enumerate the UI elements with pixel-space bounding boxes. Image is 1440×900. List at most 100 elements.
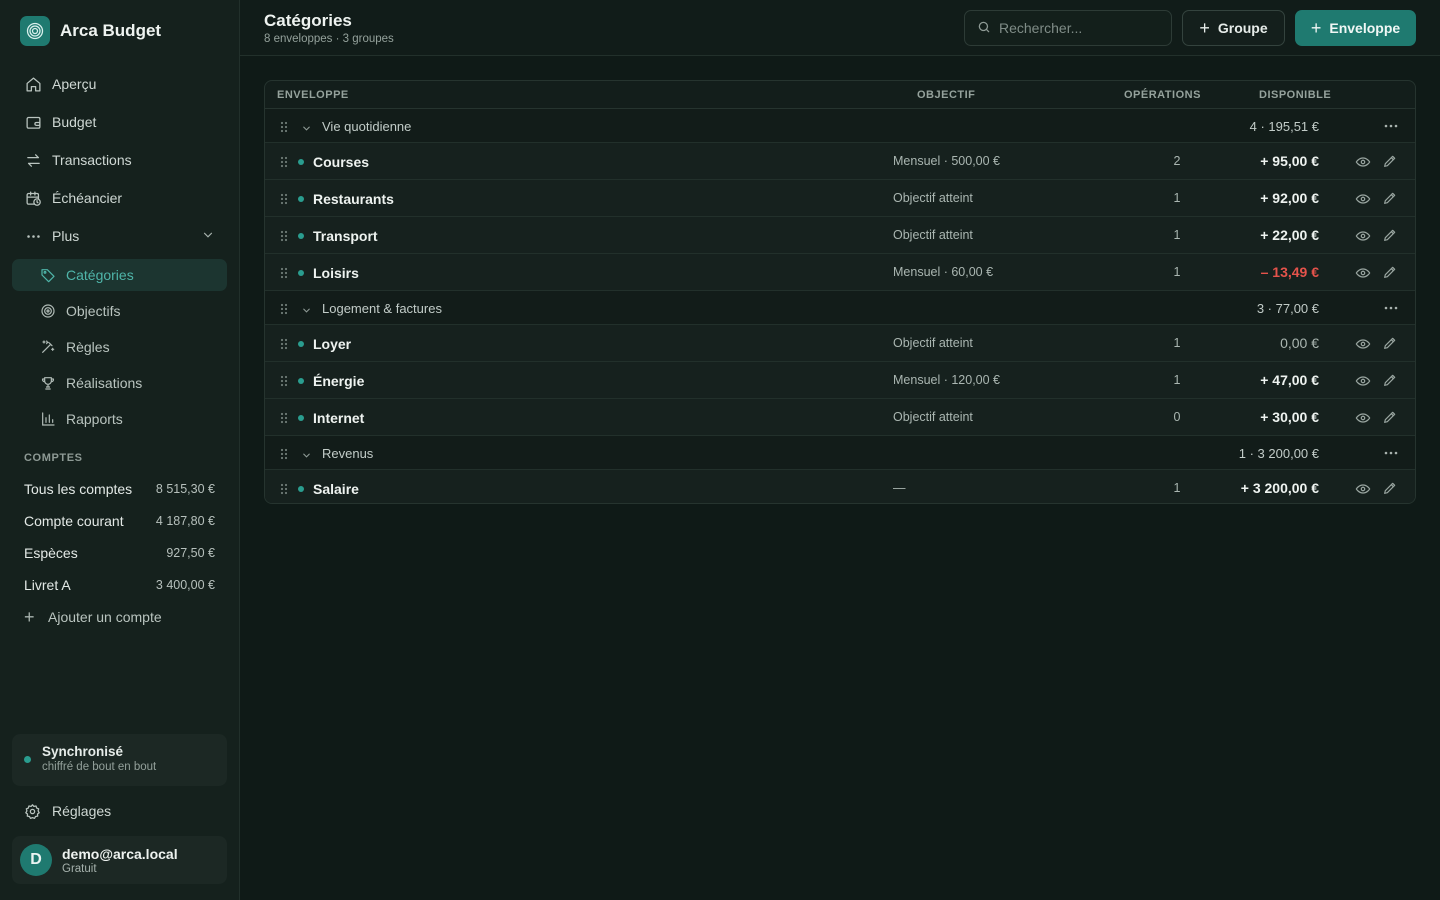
user-menu[interactable]: D demo@arca.local Gratuit: [12, 836, 227, 884]
add-envelope-button[interactable]: + Enveloppe: [1295, 10, 1416, 46]
drag-handle-icon[interactable]: [279, 120, 289, 133]
drag-handle-icon[interactable]: [279, 447, 289, 460]
group-row[interactable]: Logement & factures 3 · 77,00 €: [265, 291, 1415, 325]
chevron-down-icon[interactable]: [301, 448, 312, 464]
envelope-operations: 1: [1173, 265, 1181, 279]
pencil-icon[interactable]: [1382, 153, 1398, 169]
account-row-livret-a[interactable]: Livret A 3 400,00 €: [24, 569, 215, 601]
sync-title: Synchronisé: [42, 744, 124, 759]
nav-label: Transactions: [52, 152, 132, 168]
nav-item-plus[interactable]: Plus: [12, 217, 227, 255]
more-options-icon[interactable]: [1383, 301, 1399, 315]
sub-nav-item-objectifs[interactable]: Objectifs: [12, 295, 227, 327]
brand[interactable]: Arca Budget: [20, 16, 161, 46]
drag-handle-icon[interactable]: [279, 411, 289, 424]
column-header-available[interactable]: DISPONIBLE: [1259, 89, 1331, 101]
eye-icon[interactable]: [1355, 191, 1371, 207]
gear-icon: [24, 803, 42, 820]
sub-nav-item-categories[interactable]: Catégories: [12, 259, 227, 291]
nav-item-apercu[interactable]: Aperçu: [12, 65, 227, 103]
pencil-icon[interactable]: [1382, 335, 1398, 351]
trophy-icon: [40, 375, 56, 391]
target-icon: [40, 303, 56, 319]
account-name: Espèces: [24, 545, 78, 561]
more-icon: [24, 227, 42, 245]
user-plan: Gratuit: [62, 862, 97, 875]
pencil-icon[interactable]: [1382, 372, 1398, 388]
account-row-especes[interactable]: Espèces 927,50 €: [24, 537, 215, 569]
more-options-icon[interactable]: [1383, 119, 1399, 133]
envelope-row[interactable]: Énergie Mensuel · 120,00 € 1 + 47,00 €: [265, 362, 1415, 399]
envelope-name: Transport: [313, 228, 378, 244]
envelope-color-dot: [298, 196, 304, 202]
envelope-row[interactable]: Courses Mensuel · 500,00 € 2 + 95,00 €: [265, 143, 1415, 180]
account-balance: 8 515,30 €: [155, 482, 215, 496]
nav-item-budget[interactable]: Budget: [12, 103, 227, 141]
envelope-color-dot: [298, 415, 304, 421]
group-total: 1 · 3 200,00 €: [1238, 446, 1319, 461]
nav-item-transactions[interactable]: Transactions: [12, 141, 227, 179]
column-header-operations[interactable]: OPÉRATIONS: [1124, 89, 1201, 101]
eye-icon[interactable]: [1355, 373, 1371, 389]
eye-icon[interactable]: [1355, 336, 1371, 352]
pencil-icon[interactable]: [1382, 409, 1398, 425]
account-name: Compte courant: [24, 513, 124, 529]
group-row[interactable]: Revenus 1 · 3 200,00 €: [265, 436, 1415, 470]
add-account-button[interactable]: + Ajouter un compte: [24, 601, 215, 633]
logo-icon: [20, 16, 50, 46]
drag-handle-icon[interactable]: [279, 337, 289, 350]
envelope-row[interactable]: Salaire — 1 + 3 200,00 €: [265, 470, 1415, 503]
eye-icon[interactable]: [1355, 481, 1371, 497]
drag-handle-icon[interactable]: [279, 266, 289, 279]
drag-handle-icon[interactable]: [279, 229, 289, 242]
settings-link[interactable]: Réglages: [24, 800, 111, 822]
eye-icon[interactable]: [1355, 410, 1371, 426]
pencil-icon[interactable]: [1382, 480, 1398, 496]
more-options-icon[interactable]: [1383, 446, 1399, 460]
eye-icon[interactable]: [1355, 228, 1371, 244]
drag-handle-icon[interactable]: [279, 192, 289, 205]
column-header-goal[interactable]: OBJECTIF: [917, 89, 975, 101]
sync-status: Synchronisé chiffré de bout en bout: [12, 734, 227, 786]
sub-nav-item-regles[interactable]: Règles: [12, 331, 227, 363]
search-input[interactable]: [999, 20, 1159, 36]
group-total: 3 · 77,00 €: [1256, 301, 1319, 316]
envelope-color-dot: [298, 270, 304, 276]
account-row-courant[interactable]: Compte courant 4 187,80 €: [24, 505, 215, 537]
sub-nav-label: Réalisations: [66, 375, 143, 391]
envelope-color-dot: [298, 159, 304, 165]
add-group-button[interactable]: + Groupe: [1182, 10, 1285, 46]
envelope-goal: —: [893, 481, 906, 495]
envelope-row[interactable]: Loisirs Mensuel · 60,00 € 1 – 13,49 €: [265, 254, 1415, 291]
drag-handle-icon[interactable]: [279, 155, 289, 168]
sub-nav-item-realisations[interactable]: Réalisations: [12, 367, 227, 399]
sub-nav-item-rapports[interactable]: Rapports: [12, 403, 227, 435]
chevron-down-icon[interactable]: [301, 303, 312, 319]
drag-handle-icon[interactable]: [279, 374, 289, 387]
account-row-all[interactable]: Tous les comptes 8 515,30 €: [24, 473, 215, 505]
drag-handle-icon[interactable]: [279, 302, 289, 315]
plus-icon: +: [1310, 18, 1322, 38]
sub-nav-label: Rapports: [66, 411, 123, 427]
pencil-icon[interactable]: [1382, 264, 1398, 280]
pencil-icon[interactable]: [1382, 190, 1398, 206]
nav-label: Budget: [52, 114, 97, 130]
envelope-name: Loisirs: [313, 265, 359, 281]
envelope-row[interactable]: Internet Objectif atteint 0 + 30,00 €: [265, 399, 1415, 436]
chevron-down-icon[interactable]: [301, 121, 312, 137]
envelope-row[interactable]: Loyer Objectif atteint 1 0,00 €: [265, 325, 1415, 362]
pencil-icon[interactable]: [1382, 227, 1398, 243]
eye-icon[interactable]: [1355, 154, 1371, 170]
envelope-name: Restaurants: [313, 191, 394, 207]
envelope-operations: 0: [1173, 410, 1181, 424]
chevron-down-icon: [201, 228, 215, 245]
column-header-envelope[interactable]: ENVELOPPE: [277, 89, 349, 101]
nav-item-echeancier[interactable]: Échéancier: [12, 179, 227, 217]
envelope-row[interactable]: Restaurants Objectif atteint 1 + 92,00 €: [265, 180, 1415, 217]
envelope-row[interactable]: Transport Objectif atteint 1 + 22,00 €: [265, 217, 1415, 254]
group-row[interactable]: Vie quotidienne 4 · 195,51 €: [265, 109, 1415, 143]
main-nav: Aperçu Budget Transactions Échéancier Pl…: [12, 65, 227, 439]
eye-icon[interactable]: [1355, 265, 1371, 281]
drag-handle-icon[interactable]: [279, 482, 289, 495]
add-account-label: Ajouter un compte: [48, 609, 162, 625]
